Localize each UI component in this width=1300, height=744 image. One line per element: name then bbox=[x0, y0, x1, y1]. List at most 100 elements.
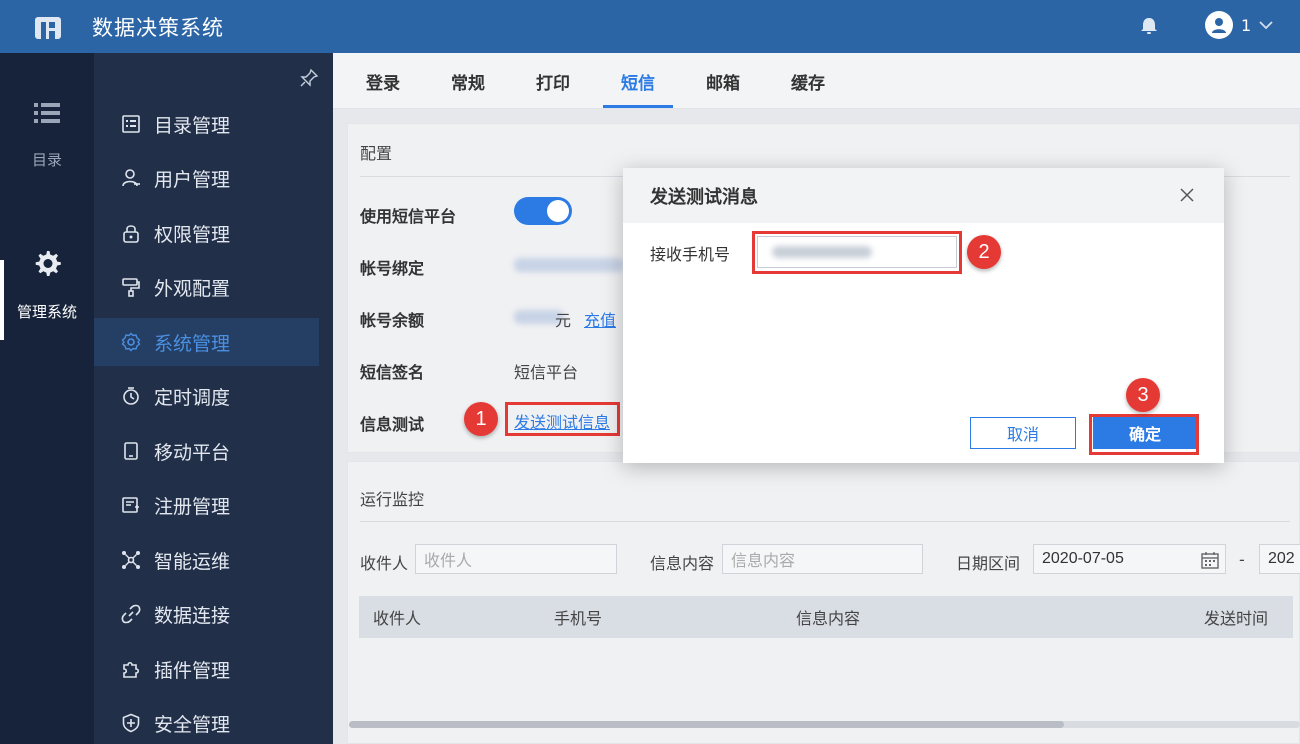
pin-icon[interactable] bbox=[299, 68, 319, 88]
network-icon bbox=[120, 549, 142, 571]
register-icon bbox=[120, 494, 142, 516]
highlight-box-2 bbox=[752, 231, 962, 274]
account-balance-label: 帐号余额 bbox=[360, 311, 425, 330]
date-end-input[interactable]: 202 bbox=[1259, 544, 1300, 574]
sidebar-item-plugin-management[interactable]: 插件管理 bbox=[94, 645, 319, 693]
sidebar-item-label: 插件管理 bbox=[154, 659, 231, 682]
sidebar-item-label: 注册管理 bbox=[154, 495, 231, 518]
date-range-label: 日期区间 bbox=[956, 554, 1021, 573]
scrollbar-thumb[interactable] bbox=[349, 721, 1064, 728]
recharge-link[interactable]: 充值 bbox=[584, 307, 616, 331]
sidebar-item-mobile-platform[interactable]: 移动平台 bbox=[94, 427, 319, 475]
sidebar-item-user-management[interactable]: 用户管理 bbox=[94, 154, 319, 202]
gear-icon bbox=[120, 331, 142, 353]
highlight-box-1 bbox=[505, 402, 620, 436]
link-icon bbox=[120, 603, 142, 625]
sidebar-item-system-management[interactable]: 系统管理 bbox=[94, 318, 319, 366]
list-icon bbox=[34, 103, 60, 123]
user-menu[interactable]: 1 bbox=[1205, 11, 1273, 39]
toggle-knob bbox=[547, 200, 569, 222]
date-start-input[interactable]: 2020-07-05 bbox=[1033, 544, 1226, 574]
avatar-icon bbox=[1205, 11, 1233, 39]
monitor-divider bbox=[360, 521, 1290, 522]
left-rail: 目录 管理系统 bbox=[0, 53, 94, 744]
sms-signature-value: 短信平台 bbox=[514, 363, 579, 382]
chevron-down-icon bbox=[1259, 21, 1273, 30]
calendar-icon bbox=[1201, 552, 1219, 569]
tab-cache[interactable]: 缓存 bbox=[791, 53, 825, 109]
sidebar-item-label: 移动平台 bbox=[154, 441, 231, 464]
user-name: 1 bbox=[1241, 15, 1252, 35]
sidebar-item-label: 数据连接 bbox=[154, 604, 231, 627]
sidebar-item-catalog-management[interactable]: 目录管理 bbox=[94, 100, 319, 148]
step-badge-1: 1 bbox=[464, 402, 498, 436]
tab-sms[interactable]: 短信 bbox=[621, 53, 655, 109]
dialog-header: 发送测试消息 bbox=[623, 168, 1224, 223]
tab-email[interactable]: 邮箱 bbox=[706, 53, 740, 109]
stopwatch-icon bbox=[120, 385, 142, 407]
tablet-icon bbox=[120, 440, 142, 462]
top-bar: 数据决策系统 bbox=[0, 0, 1300, 53]
gear-icon bbox=[35, 251, 61, 276]
date-separator: - bbox=[1239, 550, 1245, 569]
sidebar-item-permission-management[interactable]: 权限管理 bbox=[94, 209, 319, 257]
app-title: 数据决策系统 bbox=[92, 15, 224, 40]
horizontal-scrollbar[interactable] bbox=[349, 721, 1300, 728]
sidebar-item-appearance-config[interactable]: 外观配置 bbox=[94, 263, 319, 311]
balance-unit: 元 bbox=[555, 311, 572, 330]
tab-login[interactable]: 登录 bbox=[366, 53, 400, 109]
column-phone: 手机号 bbox=[554, 609, 603, 628]
app-logo-icon bbox=[30, 9, 66, 45]
paint-roller-icon bbox=[120, 276, 142, 298]
rail-item-catalog[interactable]: 目录 bbox=[0, 101, 94, 170]
sidebar-item-label: 定时调度 bbox=[154, 386, 231, 409]
recipient-filter-label: 收件人 bbox=[360, 554, 409, 573]
sidebar-item-label: 目录管理 bbox=[154, 114, 231, 137]
sidebar-item-label: 系统管理 bbox=[154, 332, 231, 355]
list-doc-icon bbox=[120, 113, 142, 135]
shield-icon bbox=[120, 712, 142, 734]
date-start-value: 2020-07-05 bbox=[1042, 550, 1124, 567]
sidebar-item-registration-management[interactable]: 注册管理 bbox=[94, 481, 319, 529]
sidebar-item-label: 安全管理 bbox=[154, 713, 231, 736]
table-header: 收件人 手机号 信息内容 发送时间 bbox=[359, 596, 1293, 638]
bell-icon[interactable] bbox=[1138, 15, 1160, 37]
info-test-label: 信息测试 bbox=[360, 415, 425, 434]
content-filter-input[interactable]: 信息内容 bbox=[722, 544, 923, 574]
sidebar-item-scheduling[interactable]: 定时调度 bbox=[94, 372, 319, 420]
column-send-time: 发送时间 bbox=[1204, 609, 1269, 628]
tab-print[interactable]: 打印 bbox=[536, 53, 570, 109]
cancel-button[interactable]: 取消 bbox=[970, 417, 1076, 449]
step-badge-2: 2 bbox=[967, 235, 1001, 269]
config-title: 配置 bbox=[360, 144, 393, 163]
highlight-box-3 bbox=[1089, 414, 1199, 455]
close-icon[interactable] bbox=[1180, 188, 1194, 202]
sidebar-item-label: 外观配置 bbox=[154, 277, 231, 300]
content-filter-label: 信息内容 bbox=[650, 554, 715, 573]
user-icon bbox=[120, 167, 142, 189]
sidebar-item-security-management[interactable]: 安全管理 bbox=[94, 699, 319, 744]
sidebar-item-label: 用户管理 bbox=[154, 168, 231, 191]
monitor-title: 运行监控 bbox=[360, 490, 425, 509]
sidebar-item-label: 权限管理 bbox=[154, 223, 231, 246]
rail-catalog-label: 目录 bbox=[31, 151, 62, 169]
column-content: 信息内容 bbox=[796, 609, 861, 628]
phone-label: 接收手机号 bbox=[650, 245, 731, 264]
sidebar: 目录管理 用户管理 权限管理 外观配置 系统管理 定时调度 移动平台 注册管理 … bbox=[94, 53, 333, 744]
tab-general[interactable]: 常规 bbox=[451, 53, 485, 109]
tab-bar: 登录 常规 打印 短信 邮箱 缓存 bbox=[333, 53, 1300, 109]
column-recipient: 收件人 bbox=[373, 609, 422, 628]
account-binding-value-redacted bbox=[514, 258, 624, 272]
rail-admin-label: 管理系统 bbox=[16, 303, 77, 321]
recipient-filter-input[interactable]: 收件人 bbox=[415, 544, 617, 574]
sms-signature-label: 短信签名 bbox=[360, 363, 425, 382]
puzzle-icon bbox=[120, 658, 142, 680]
lock-icon bbox=[120, 222, 142, 244]
active-tab-indicator bbox=[603, 105, 673, 108]
rail-item-admin[interactable]: 管理系统 bbox=[0, 249, 94, 322]
dialog-title: 发送测试消息 bbox=[650, 186, 758, 208]
sidebar-item-smart-ops[interactable]: 智能运维 bbox=[94, 536, 319, 584]
sms-platform-toggle[interactable] bbox=[514, 197, 572, 225]
sms-platform-label: 使用短信平台 bbox=[360, 207, 457, 226]
sidebar-item-data-connection[interactable]: 数据连接 bbox=[94, 590, 319, 638]
